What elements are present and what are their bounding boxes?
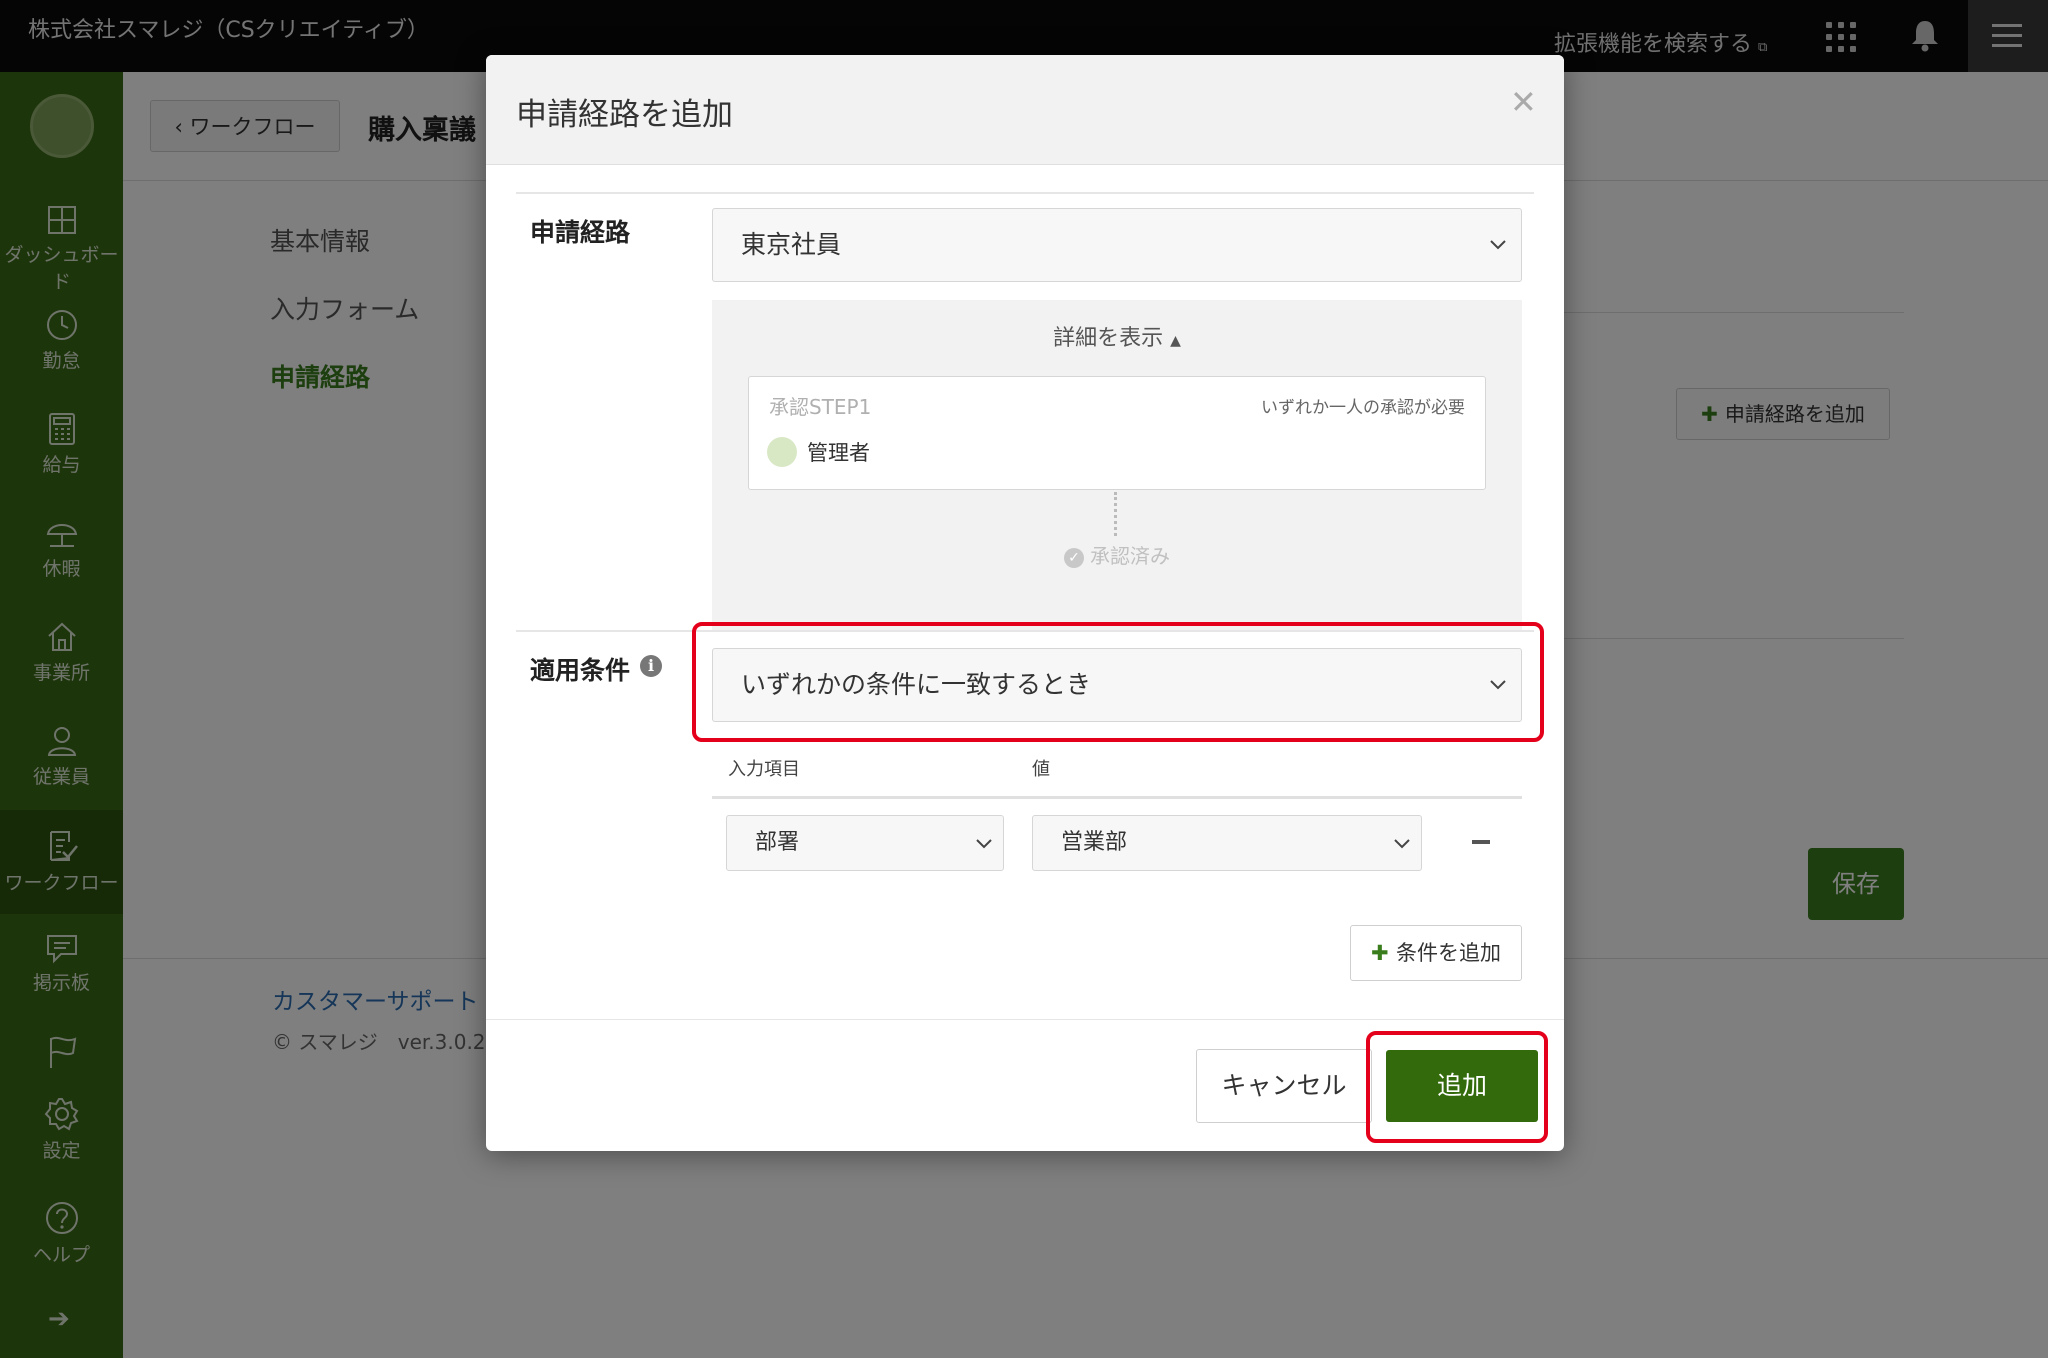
remove-condition-button[interactable] <box>1472 840 1490 844</box>
close-icon[interactable]: ✕ <box>1510 83 1537 121</box>
route-label: 申請経路 <box>530 218 631 247</box>
condition-value-select[interactable]: 営業部 <box>1032 815 1422 871</box>
chevron-down-icon <box>1394 839 1410 849</box>
add-condition-button[interactable]: ✚ 条件を追加 <box>1350 925 1522 981</box>
approval-step-card: 承認STEP1 いずれか一人の承認が必要 管理者 <box>748 376 1486 490</box>
route-detail-panel: 詳細を表示 ▲ 承認STEP1 いずれか一人の承認が必要 管理者 ✓ 承認済み <box>712 300 1522 630</box>
approved-status: ✓ 承認済み <box>712 540 1522 569</box>
approver-name: 管理者 <box>807 441 870 465</box>
annotation-highlight <box>692 622 1544 742</box>
column-header-field: 入力項目 <box>728 759 800 780</box>
step-name: 承認STEP1 <box>769 395 872 419</box>
caret-up-icon: ▲ <box>1170 333 1181 349</box>
route-select-value: 東京社員 <box>741 230 842 259</box>
show-details-label: 詳細を表示 <box>1053 326 1164 351</box>
modal-title: 申請経路を追加 <box>516 97 733 133</box>
annotation-highlight <box>1366 1031 1548 1143</box>
condition-value-value: 営業部 <box>1061 830 1128 855</box>
divider <box>516 192 1534 194</box>
column-header-value: 値 <box>1032 759 1050 780</box>
show-details-toggle[interactable]: 詳細を表示 ▲ <box>712 320 1522 352</box>
add-condition-label: 条件を追加 <box>1395 941 1501 965</box>
route-select[interactable]: 東京社員 <box>712 208 1522 282</box>
check-circle-icon: ✓ <box>1064 547 1084 568</box>
condition-field-value: 部署 <box>755 830 800 855</box>
plus-icon: ✚ <box>1371 941 1396 965</box>
info-icon[interactable]: i <box>640 655 662 677</box>
chevron-down-icon <box>1490 240 1506 250</box>
cancel-button[interactable]: キャンセル <box>1196 1049 1372 1123</box>
step-connector <box>1114 492 1121 536</box>
step-rule: いずれか一人の承認が必要 <box>1261 398 1465 418</box>
condition-field-select[interactable]: 部署 <box>726 815 1004 871</box>
approved-label: 承認済み <box>1090 544 1170 568</box>
condition-label: 適用条件 <box>530 656 631 685</box>
divider <box>712 796 1522 799</box>
modal-footer-divider <box>486 1019 1564 1020</box>
chevron-down-icon <box>976 839 992 849</box>
add-route-modal: 申請経路を追加 ✕ 申請経路 東京社員 詳細を表示 ▲ 承認STEP1 いずれか… <box>486 55 1564 1151</box>
modal-header: 申請経路を追加 ✕ <box>486 55 1564 165</box>
approver-avatar <box>767 437 797 467</box>
